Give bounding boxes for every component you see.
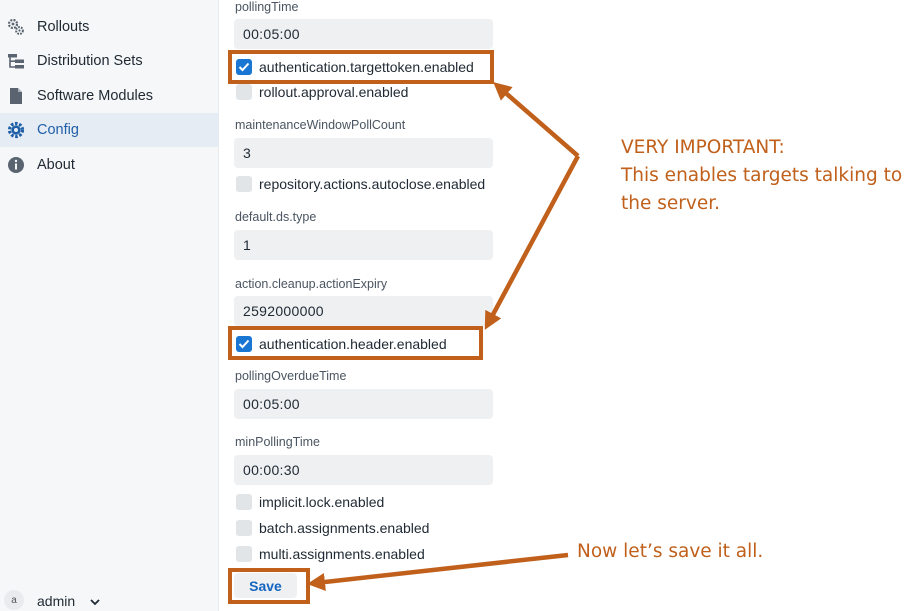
maintenance-poll-count-label: maintenanceWindowPollCount <box>235 118 406 132</box>
maintenance-poll-count-input[interactable]: 3 <box>234 138 493 168</box>
gears-icon <box>7 18 25 36</box>
checkbox-label: rollout.approval.enabled <box>259 84 409 100</box>
user-name: admin <box>37 593 76 609</box>
polling-overdue-label: pollingOverdueTime <box>235 369 347 383</box>
checkbox[interactable] <box>236 84 252 100</box>
polling-time-input[interactable]: 00:05:00 <box>234 19 493 49</box>
min-polling-label: minPollingTime <box>235 435 320 449</box>
important-note-line: the server. <box>621 193 720 214</box>
checkbox[interactable] <box>236 546 252 562</box>
sidebar-item-distribution-sets[interactable]: Distribution Sets <box>0 44 219 78</box>
sidebar: Rollouts Distribution Sets Software Modu… <box>0 0 219 611</box>
batch-assignments-checkbox-row[interactable]: batch.assignments.enabled <box>236 518 429 538</box>
sidebar-item-about[interactable]: About <box>0 148 219 182</box>
rollout-approval-checkbox-row[interactable]: rollout.approval.enabled <box>236 82 408 102</box>
checkbox[interactable] <box>236 520 252 536</box>
important-note-line: VERY IMPORTANT: <box>621 137 785 158</box>
sidebar-item-label: Config <box>37 122 79 138</box>
checkbox-label: implicit.lock.enabled <box>259 494 385 510</box>
checkbox-label: batch.assignments.enabled <box>259 520 430 536</box>
checkbox[interactable] <box>236 176 252 192</box>
sidebar-item-rollouts[interactable]: Rollouts <box>0 10 219 44</box>
highlight-box-save <box>228 568 310 604</box>
important-note-line: This enables targets talking to <box>621 165 903 186</box>
file-icon <box>7 87 25 105</box>
action-expiry-input[interactable]: 2592000000 <box>234 296 493 326</box>
gear-icon <box>7 121 25 139</box>
implicit-lock-checkbox-row[interactable]: implicit.lock.enabled <box>236 492 384 512</box>
sidebar-item-label: Distribution Sets <box>37 53 143 69</box>
sidebar-item-label: Rollouts <box>37 19 90 35</box>
important-note: VERY IMPORTANT: This enables targets tal… <box>621 134 902 218</box>
multi-assignments-checkbox-row[interactable]: multi.assignments.enabled <box>236 544 425 564</box>
highlight-box-header-auth <box>228 326 483 360</box>
default-ds-type-input[interactable]: 1 <box>234 230 493 260</box>
highlight-box-targettoken <box>228 50 494 84</box>
save-note: Now let’s save it all. <box>577 541 764 562</box>
sidebar-item-software-modules[interactable]: Software Modules <box>0 79 219 113</box>
sidebar-item-config[interactable]: Config <box>0 113 219 147</box>
avatar: a <box>4 590 24 610</box>
checkbox-label: multi.assignments.enabled <box>259 546 425 562</box>
action-expiry-label: action.cleanup.actionExpiry <box>235 277 388 291</box>
chevron-down-icon <box>89 594 101 611</box>
checkbox[interactable] <box>236 494 252 510</box>
default-ds-type-label: default.ds.type <box>235 210 317 224</box>
user-menu[interactable]: a admin <box>0 586 219 611</box>
info-icon <box>7 156 25 174</box>
checkbox-label: repository.actions.autoclose.enabled <box>259 176 486 192</box>
autoclose-checkbox-row[interactable]: repository.actions.autoclose.enabled <box>236 174 485 194</box>
polling-overdue-input[interactable]: 00:05:00 <box>234 389 493 419</box>
min-polling-input[interactable]: 00:00:30 <box>234 455 493 485</box>
polling-time-label: pollingTime <box>235 0 299 14</box>
sidebar-item-label: About <box>37 157 75 173</box>
config-form: pollingTime 00:05:00 authentication.targ… <box>220 0 918 611</box>
hierarchy-icon <box>7 52 25 70</box>
sidebar-item-label: Software Modules <box>37 88 154 104</box>
